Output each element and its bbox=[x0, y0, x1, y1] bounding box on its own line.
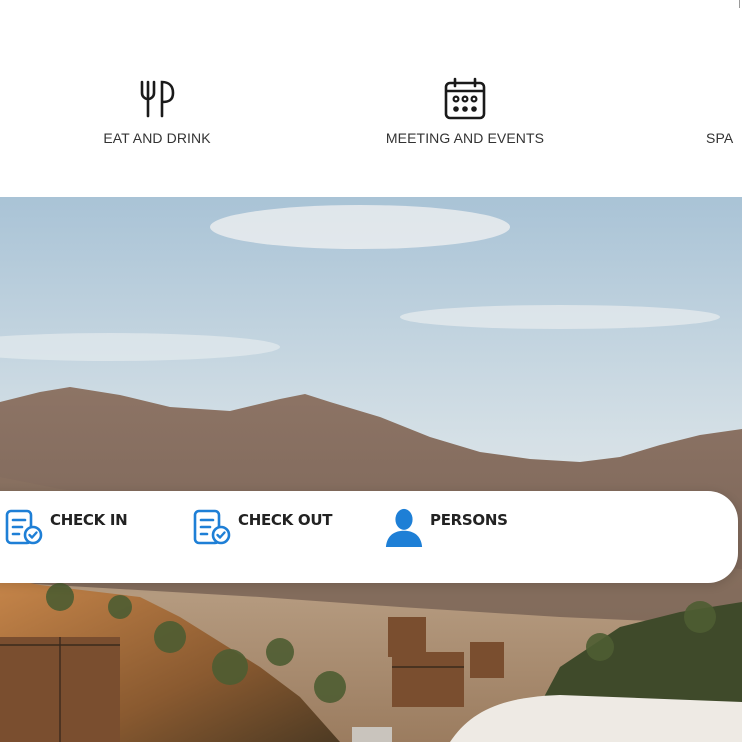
booking-bar: CHECK IN CHECK OUT PERSONS bbox=[0, 491, 738, 583]
persons-field[interactable]: PERSONS bbox=[384, 507, 508, 547]
service-meeting-and-events[interactable]: MEETING AND EVENTS bbox=[375, 76, 555, 146]
check-out-label: CHECK OUT bbox=[238, 511, 333, 529]
fork-knife-icon bbox=[134, 76, 180, 122]
calendar-icon bbox=[442, 76, 488, 122]
service-eat-and-drink[interactable]: EAT AND DRINK bbox=[86, 76, 228, 146]
services-header: EAT AND DRINK MEETING AND EVENTS SPA bbox=[0, 0, 742, 197]
check-in-label: CHECK IN bbox=[50, 511, 128, 529]
checklist-icon bbox=[5, 509, 43, 545]
service-label: SPA bbox=[706, 130, 734, 146]
hero-landscape-image bbox=[0, 197, 742, 742]
check-out-field[interactable]: CHECK OUT bbox=[192, 507, 332, 547]
check-in-field[interactable]: CHECK IN bbox=[4, 507, 128, 547]
scroll-indicator bbox=[739, 0, 740, 8]
service-spa[interactable]: SPA bbox=[706, 76, 742, 146]
service-label: EAT AND DRINK bbox=[103, 130, 211, 146]
person-icon bbox=[385, 508, 423, 547]
persons-label: PERSONS bbox=[430, 511, 508, 529]
service-label: MEETING AND EVENTS bbox=[385, 130, 545, 146]
checklist-icon bbox=[193, 509, 231, 545]
